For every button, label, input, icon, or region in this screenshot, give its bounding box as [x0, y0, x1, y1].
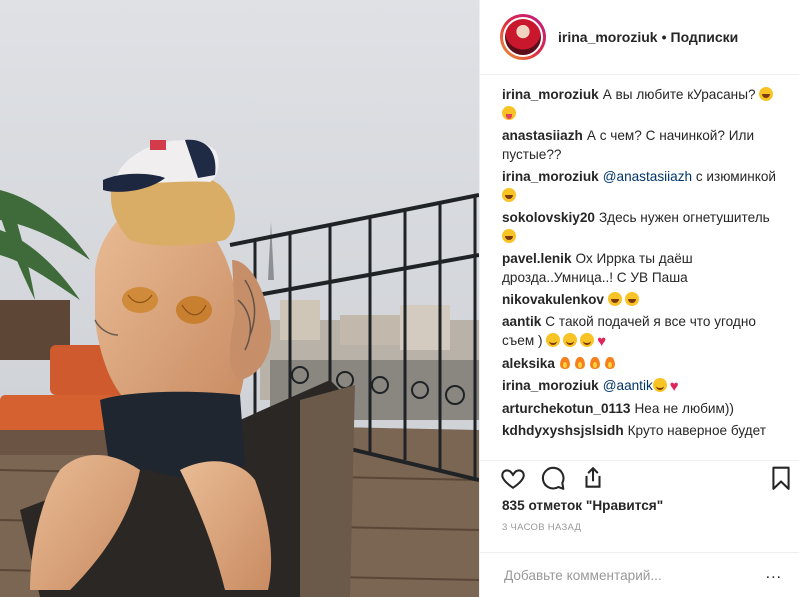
bookmark-icon[interactable] — [768, 465, 794, 491]
comment-username[interactable]: aleksika — [502, 356, 555, 371]
comment-text: Неа не любим)) — [634, 401, 734, 416]
comment-item: kdhdyxyshsjslsidh Круто наверное будет — [502, 421, 782, 440]
comment-item: anastasiiazh А с чем? С начинкой? Или пус… — [502, 126, 782, 164]
post-header: irina_moroziuk • Подписки — [480, 0, 799, 75]
heart-emoji-icon: ♥ — [597, 333, 607, 350]
story-ring[interactable] — [500, 14, 546, 60]
comment-username[interactable]: nikovakulenkov — [502, 292, 604, 307]
comment-item: arturchekotun_0113 Неа не любим)) — [502, 399, 782, 418]
comment-item: irina_moroziuk А вы любите кУрасаны? — [502, 85, 782, 123]
share-icon[interactable] — [580, 465, 606, 491]
comment-item: aantik С такой подачей я все что угодно с… — [502, 312, 782, 351]
comment-item: irina_moroziuk @aantik ♥ — [502, 376, 782, 396]
tongue-emoji-icon — [502, 106, 516, 120]
comment-username[interactable]: irina_moroziuk — [502, 378, 599, 393]
laugh-emoji-icon — [625, 292, 639, 306]
smile-emoji-icon — [563, 333, 578, 347]
header-text: irina_moroziuk • Подписки — [558, 29, 738, 45]
heart-outline-icon[interactable] — [500, 465, 526, 491]
fire-emoji-icon — [589, 356, 601, 370]
smile-emoji-icon — [580, 333, 595, 347]
comment-text: Здесь нужен огнетушитель — [598, 210, 770, 225]
comment-username[interactable]: anastasiiazh — [502, 128, 583, 143]
comment-text: А вы любите кУрасаны? — [602, 87, 760, 102]
post-sidebar: irina_moroziuk • Подписки irina_moroziuk А … — [479, 0, 799, 597]
comment-item: sokolovskiy20 Здесь нужен огнетушитель — [502, 208, 782, 246]
laugh-emoji-icon — [759, 87, 774, 101]
post-photo-graphic — [0, 0, 479, 597]
fire-emoji-icon — [574, 356, 586, 370]
comment-username[interactable]: pavel.lenik — [502, 251, 572, 266]
comment-mention[interactable]: @aantik — [603, 378, 653, 393]
comment-text: Круто наверное будет — [627, 423, 766, 438]
likes-count[interactable]: 835 отметок "Нравится" — [502, 498, 663, 513]
laugh-emoji-icon — [502, 188, 516, 202]
smile-emoji-icon — [546, 333, 561, 347]
fire-emoji-icon — [559, 356, 571, 370]
fire-emoji-icon — [604, 356, 616, 370]
comment-item: aleksika — [502, 354, 782, 373]
avatar[interactable] — [503, 17, 543, 57]
more-options-button[interactable]: ... — [766, 565, 782, 583]
comment-username[interactable]: sokolovskiy20 — [502, 210, 595, 225]
post-photo[interactable] — [0, 0, 479, 597]
comment-username[interactable]: arturchekotun_0113 — [502, 401, 630, 416]
post-time[interactable]: 3 часов назад — [502, 522, 581, 533]
header-separator: • — [661, 29, 667, 45]
comment-text: с изюминкой — [692, 169, 776, 184]
follow-status-button[interactable]: Подписки — [671, 29, 739, 45]
smile-emoji-icon — [652, 378, 667, 392]
comment-item: nikovakulenkov — [502, 290, 782, 309]
action-bar — [480, 460, 799, 496]
comment-input[interactable] — [502, 563, 736, 587]
comment-item: pavel.lenik Ох Иррка ты даёш дрозда..Умни… — [502, 249, 782, 287]
add-comment-bar: ... — [480, 552, 799, 597]
comment-username[interactable]: kdhdyxyshsjslsidh — [502, 423, 624, 438]
comments-list: irina_moroziuk А вы любите кУрасаны? anas… — [480, 75, 799, 460]
header-username[interactable]: irina_moroziuk — [558, 29, 658, 45]
comment-mention[interactable]: @anastasiiazh — [603, 169, 692, 184]
heart-emoji-icon: ♥ — [669, 378, 679, 395]
comment-item: irina_moroziuk @anastasiiazh с изюминкой — [502, 167, 782, 205]
laugh-emoji-icon — [608, 292, 622, 306]
comment-username[interactable]: irina_moroziuk — [502, 87, 599, 102]
comment-icon[interactable] — [540, 465, 566, 491]
laugh-emoji-icon — [502, 229, 516, 243]
comment-username[interactable]: aantik — [502, 314, 541, 329]
comment-username[interactable]: irina_moroziuk — [502, 169, 599, 184]
